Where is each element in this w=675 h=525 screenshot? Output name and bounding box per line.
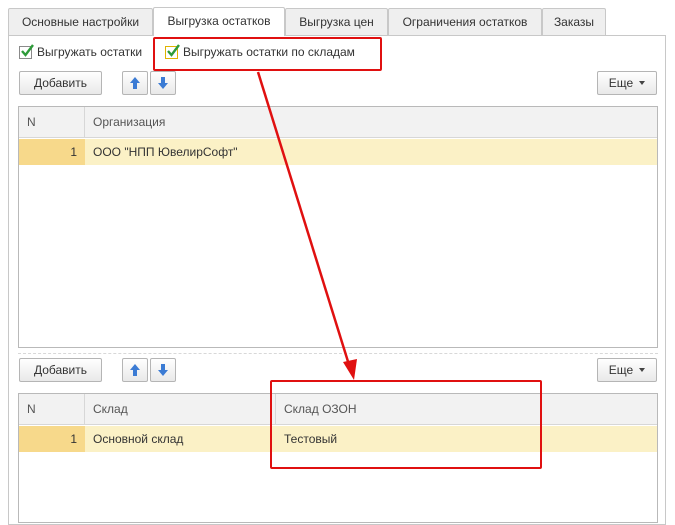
table-row[interactable]: 1 ООО "НПП ЮвелирСофт"	[19, 139, 657, 165]
arrow-down-icon	[158, 77, 168, 89]
row-number: 1	[19, 426, 85, 452]
table-header: N Организация	[19, 107, 657, 138]
column-header-n[interactable]: N	[19, 107, 85, 137]
caret-down-icon	[639, 81, 646, 85]
organization-cell: ООО "НПП ЮвелирСофт"	[93, 145, 238, 159]
move-up-button[interactable]	[122, 358, 148, 382]
caret-down-icon	[639, 368, 646, 372]
tab-stock-limits[interactable]: Ограничения остатков	[388, 8, 542, 35]
more-label: Еще	[608, 363, 634, 377]
checkbox-box[interactable]	[19, 43, 34, 59]
highlight-checkbox-box	[153, 37, 382, 71]
column-header-organization[interactable]: Организация	[85, 107, 657, 137]
export-stock-checkbox[interactable]: Выгружать остатки	[19, 43, 142, 61]
check-icon	[21, 43, 34, 57]
tab-price-export[interactable]: Выгрузка цен	[285, 8, 388, 35]
splitter[interactable]	[18, 353, 658, 354]
tab-orders[interactable]: Заказы	[542, 8, 606, 35]
arrow-up-icon	[130, 77, 140, 89]
organizations-table[interactable]: N Организация 1 ООО "НПП ЮвелирСофт"	[18, 106, 658, 348]
arrow-down-icon	[158, 364, 168, 376]
more-button[interactable]: Еще	[597, 358, 657, 382]
tab-stock-export[interactable]: Выгрузка остатков	[153, 7, 285, 36]
more-label: Еще	[608, 76, 634, 90]
move-down-button[interactable]	[150, 358, 176, 382]
more-button[interactable]: Еще	[597, 71, 657, 95]
add-button[interactable]: Добавить	[19, 71, 102, 95]
column-header-n[interactable]: N	[19, 394, 85, 424]
add-warehouse-button[interactable]: Добавить	[19, 358, 102, 382]
move-up-button[interactable]	[122, 71, 148, 95]
highlight-ozon-column-box	[270, 380, 542, 469]
arrow-up-icon	[130, 364, 140, 376]
warehouse-cell: Основной склад	[93, 432, 184, 446]
export-stock-label: Выгружать остатки	[37, 45, 143, 59]
tab-main-settings[interactable]: Основные настройки	[8, 8, 153, 35]
row-number: 1	[19, 139, 85, 165]
move-down-button[interactable]	[150, 71, 176, 95]
column-header-warehouse[interactable]: Склад	[85, 394, 276, 424]
